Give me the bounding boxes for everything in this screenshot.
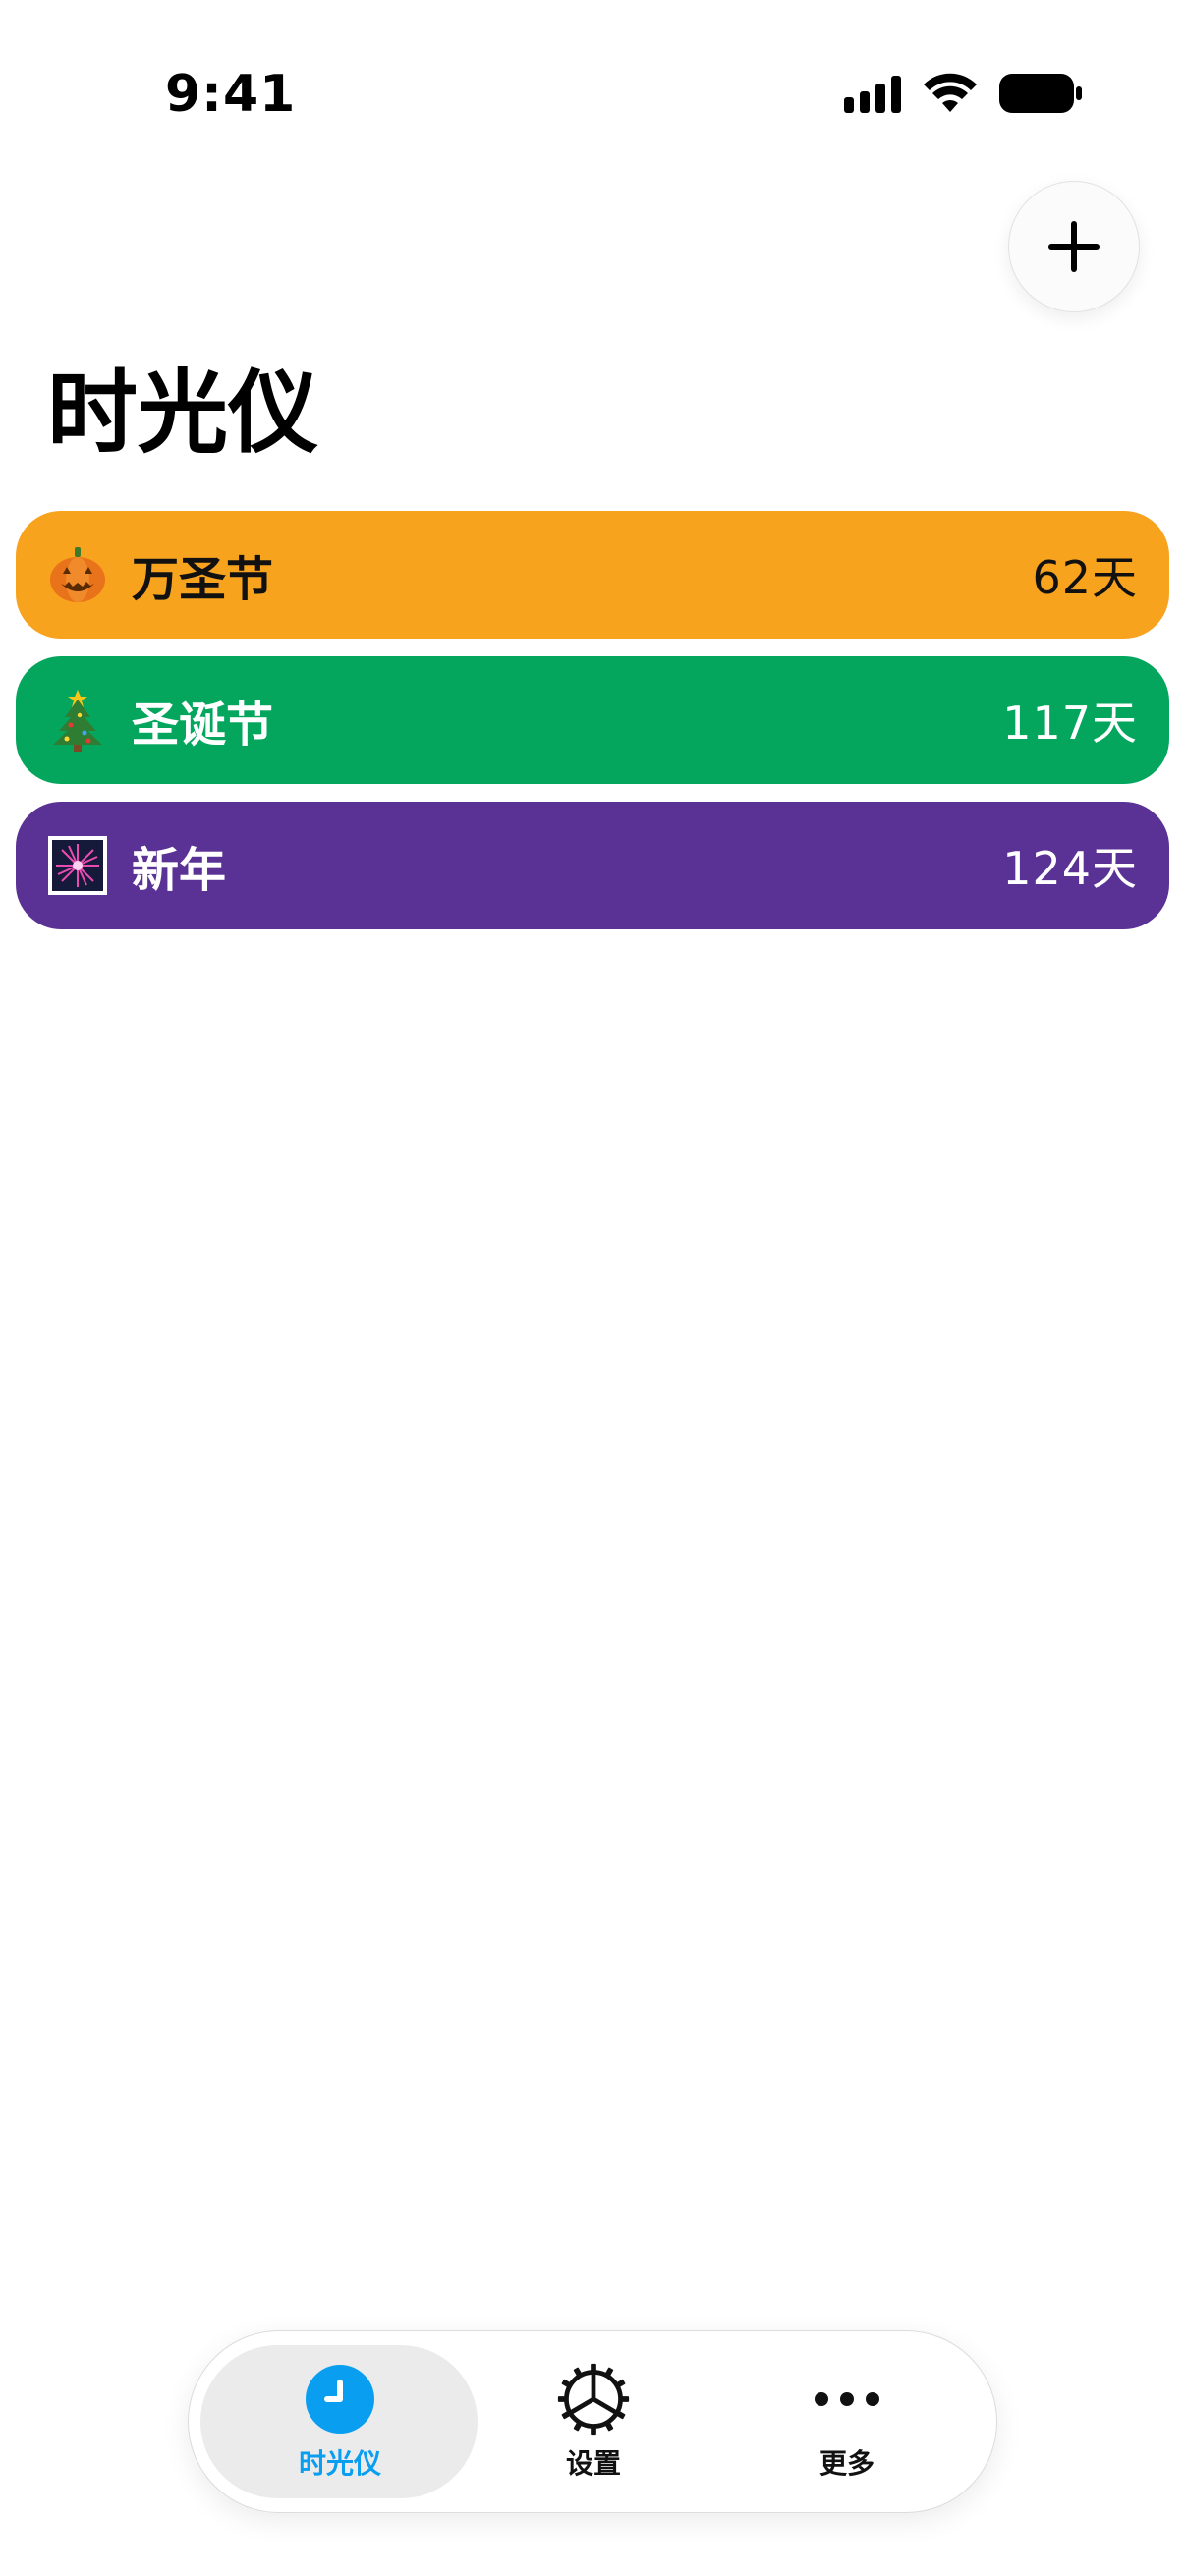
- battery-icon: [999, 74, 1082, 113]
- status-bar: 9:41: [0, 0, 1185, 196]
- plus-icon: [1048, 221, 1100, 272]
- tab-bar: 时光仪 设置 更多: [188, 2330, 997, 2513]
- event-name: 新年: [132, 843, 227, 898]
- fireworks-icon: [45, 833, 110, 898]
- tab-label: 时光仪: [298, 2447, 381, 2480]
- christmas-tree-icon: [45, 688, 110, 753]
- page-title: 时光仪: [47, 361, 319, 466]
- more-dots-icon: [810, 2362, 884, 2436]
- wifi-icon: [924, 73, 977, 112]
- jack-o-lantern-icon: [45, 542, 110, 607]
- event-card-new-year[interactable]: 新年 124天: [16, 802, 1169, 929]
- tab-more[interactable]: 更多: [719, 2345, 975, 2498]
- cellular-signal-icon: [844, 74, 901, 113]
- event-days-remaining: 62天: [1032, 551, 1138, 604]
- gear-icon: [556, 2362, 631, 2436]
- add-event-button[interactable]: [1008, 181, 1140, 312]
- event-days-remaining: 117天: [1002, 697, 1138, 750]
- event-name: 圣诞节: [132, 698, 274, 753]
- event-name: 万圣节: [132, 552, 274, 607]
- tab-time-machine[interactable]: 时光仪: [212, 2345, 468, 2498]
- event-card-halloween[interactable]: 万圣节 62天: [16, 511, 1169, 639]
- status-time: 9:41: [165, 65, 297, 124]
- tab-settings[interactable]: 设置: [466, 2345, 721, 2498]
- tab-label: 更多: [818, 2447, 875, 2480]
- clock-icon: [303, 2362, 377, 2436]
- status-icons: [844, 73, 1082, 114]
- event-list: 万圣节 62天 圣诞节 117天 新年 124天: [16, 511, 1169, 947]
- event-days-remaining: 124天: [1002, 842, 1138, 895]
- tab-label: 设置: [565, 2447, 621, 2480]
- event-card-christmas[interactable]: 圣诞节 117天: [16, 656, 1169, 784]
